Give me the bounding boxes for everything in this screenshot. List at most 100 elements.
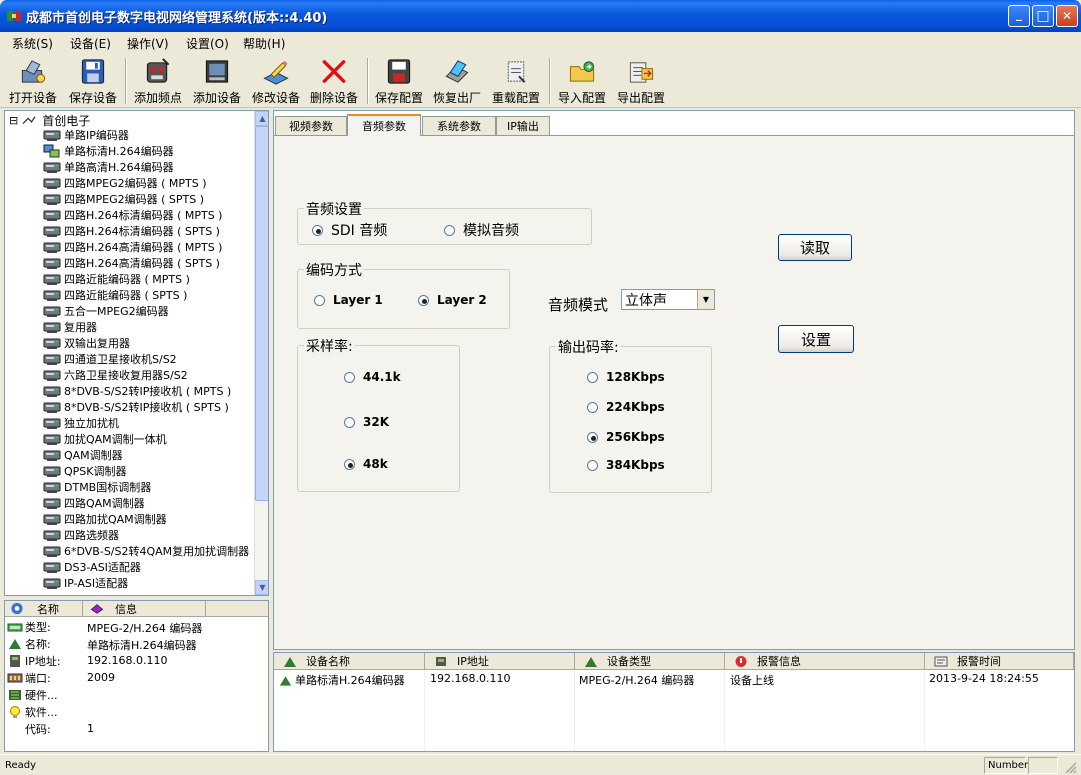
analog-audio-radio[interactable]: 模拟音频 <box>444 220 519 240</box>
scroll-up-icon[interactable]: ▲ <box>255 111 268 126</box>
tree-item[interactable]: 五合一MPEG2编码器 <box>43 303 169 319</box>
tree-item[interactable]: 四路近能编码器 ( MPTS ) <box>43 271 190 287</box>
reload-config-button[interactable]: 重载配置 <box>487 56 545 106</box>
tree-item[interactable]: 四路H.264高清编码器 ( MPTS ) <box>43 239 222 255</box>
close-button[interactable]: ✕ <box>1056 5 1078 27</box>
list-header-alarm[interactable]: 报警信息 <box>725 653 925 670</box>
bitrate-384-radio-dot[interactable] <box>587 459 598 471</box>
tree-item[interactable]: 6*DVB-S/S2转4QAM复用加扰调制器 <box>43 543 249 559</box>
tree-item[interactable]: QPSK调制器 <box>43 463 127 479</box>
set-button[interactable]: 设置 <box>778 325 854 353</box>
bitrate-256-radio-dot[interactable] <box>587 431 598 443</box>
layer1-radio[interactable]: Layer 1 <box>314 293 383 307</box>
tab-system[interactable]: 系统参数 <box>422 116 496 135</box>
tree-item[interactable]: QAM调制器 <box>43 447 123 463</box>
edit-device-button[interactable]: 修改设备 <box>247 56 305 106</box>
tree-item[interactable]: 独立加扰机 <box>43 415 119 431</box>
tree-scrollbar[interactable]: ▲ ▼ <box>254 111 268 595</box>
tree-item[interactable]: 四路选频器 <box>43 527 119 543</box>
minimize-button[interactable]: _ <box>1008 5 1030 27</box>
alarm-list[interactable]: 设备名称 IP地址 设备类型 报警信息 报警时间 单路标清H.264编码器 19… <box>273 652 1075 752</box>
sdi-radio-dot[interactable] <box>312 224 323 236</box>
menu-device[interactable]: 设备(E) <box>70 35 111 52</box>
tree-item[interactable]: 四路H.264标清编码器 ( SPTS ) <box>43 223 220 239</box>
sample-44k-radio-dot[interactable] <box>344 371 355 383</box>
info-header-name[interactable]: 名称 <box>5 601 83 617</box>
tab-ip-output[interactable]: IP输出 <box>496 116 550 135</box>
menu-operation[interactable]: 操作(V) <box>127 35 169 52</box>
resize-grip-icon[interactable] <box>1064 761 1077 774</box>
tree-item[interactable]: 单路IP编码器 <box>43 127 129 143</box>
delete-device-button[interactable]: 删除设备 <box>305 56 363 106</box>
bitrate-384-radio[interactable]: 384Kbps <box>587 458 665 472</box>
info-header-info[interactable]: 信息 <box>83 601 206 617</box>
maximize-button[interactable]: □ <box>1032 5 1054 27</box>
tree-item[interactable]: 单路高清H.264编码器 <box>43 159 174 175</box>
list-header-device-name[interactable]: 设备名称 <box>274 653 425 670</box>
save-config-button[interactable]: 保存配置 <box>370 56 428 106</box>
open-device-button[interactable]: 打开设备 <box>4 56 62 106</box>
device-tree[interactable]: ⊟ 首创电子 单路IP编码器 单路标清H.264编码器 单路高清H.264编码器… <box>4 110 269 596</box>
collapse-icon[interactable]: ⊟ <box>9 114 18 127</box>
scroll-thumb[interactable] <box>255 126 268 501</box>
tree-item[interactable]: 加扰QAM调制一体机 <box>43 431 167 447</box>
layer1-radio-dot[interactable] <box>314 294 325 306</box>
sample-rate-48k-radio[interactable]: 48k <box>344 457 388 471</box>
layer2-radio-dot[interactable] <box>418 294 429 306</box>
audio-mode-select[interactable]: 立体声 ▼ <box>621 289 715 310</box>
tree-item[interactable]: 四路H.264高清编码器 ( SPTS ) <box>43 255 220 271</box>
bitrate-128-radio-dot[interactable] <box>587 371 598 383</box>
bitrate-224-radio-dot[interactable] <box>587 401 598 413</box>
tree-item[interactable]: 四路H.264标清编码器 ( MPTS ) <box>43 207 222 223</box>
sample-rate-44k-radio[interactable]: 44.1k <box>344 370 401 384</box>
read-button[interactable]: 读取 <box>778 234 852 261</box>
save-device-button[interactable]: 保存设备 <box>64 56 122 106</box>
bitrate-128-radio[interactable]: 128Kbps <box>587 370 665 384</box>
tree-item[interactable]: 六路卫星接收复用器S/S2 <box>43 367 188 383</box>
tree-item[interactable]: 四路MPEG2编码器 ( MPTS ) <box>43 175 207 191</box>
sample-rate-32k-radio[interactable]: 32K <box>344 415 389 429</box>
tree-item[interactable]: 四路MPEG2编码器 ( SPTS ) <box>43 191 204 207</box>
analog-radio-dot[interactable] <box>444 224 455 236</box>
sample-32k-radio-dot[interactable] <box>344 416 355 428</box>
tree-item[interactable]: 四通道卫星接收机S/S2 <box>43 351 177 367</box>
export-config-icon <box>629 62 654 83</box>
tree-item[interactable]: DTMB国标调制器 <box>43 479 151 495</box>
column-divider <box>924 670 925 751</box>
list-header-time[interactable]: 报警时间 <box>925 653 1074 670</box>
factory-reset-button[interactable]: 恢复出厂 <box>428 56 486 106</box>
list-header-time-label: 报警时间 <box>957 655 1001 668</box>
list-header-type[interactable]: 设备类型 <box>575 653 725 670</box>
menu-help[interactable]: 帮助(H) <box>243 35 285 52</box>
tree-item[interactable]: 四路加扰QAM调制器 <box>43 511 167 527</box>
sdi-audio-radio[interactable]: SDI 音频 <box>312 220 387 240</box>
import-config-button[interactable]: 导入配置 <box>553 56 611 106</box>
chevron-down-icon[interactable]: ▼ <box>697 290 714 309</box>
export-config-button[interactable]: 导出配置 <box>612 56 670 106</box>
title-bar[interactable]: 成都市首创电子数字电视网络管理系统(版本::4.40) _ □ ✕ <box>0 0 1081 32</box>
menu-settings[interactable]: 设置(O) <box>186 35 229 52</box>
tree-item[interactable]: IP-ASI适配器 <box>43 575 128 591</box>
bitrate-224-radio[interactable]: 224Kbps <box>587 400 665 414</box>
tab-video[interactable]: 视频参数 <box>275 116 347 135</box>
list-header-ip[interactable]: IP地址 <box>425 653 575 670</box>
tree-item[interactable]: 8*DVB-S/S2转IP接收机 ( MPTS ) <box>43 383 231 399</box>
add-device-button[interactable]: 添加设备 <box>188 56 246 106</box>
menu-system[interactable]: 系统(S) <box>12 35 53 52</box>
tab-audio[interactable]: 音频参数 <box>347 114 421 136</box>
sample-48k-radio-dot[interactable] <box>344 458 355 470</box>
tree-item[interactable]: DS3-ASI适配器 <box>43 559 141 575</box>
tree-item[interactable]: 单路标清H.264编码器 <box>43 143 174 159</box>
bitrate-256-radio[interactable]: 256Kbps <box>587 430 665 444</box>
tree-item[interactable]: 8*DVB-S/S2转IP接收机 ( SPTS ) <box>43 399 229 415</box>
tree-item[interactable]: 双输出复用器 <box>43 335 130 351</box>
scroll-down-icon[interactable]: ▼ <box>255 580 268 595</box>
tree-item[interactable]: 复用器 <box>43 319 97 335</box>
tree-item[interactable]: 四路QAM调制器 <box>43 495 145 511</box>
tree-item-label: QAM调制器 <box>64 449 123 462</box>
device-icon <box>43 530 61 541</box>
tree-item[interactable]: 四路近能编码器 ( SPTS ) <box>43 287 187 303</box>
device-icon <box>43 466 61 477</box>
add-frequency-button[interactable]: 添加频点 <box>129 56 187 106</box>
layer2-radio[interactable]: Layer 2 <box>418 293 487 307</box>
